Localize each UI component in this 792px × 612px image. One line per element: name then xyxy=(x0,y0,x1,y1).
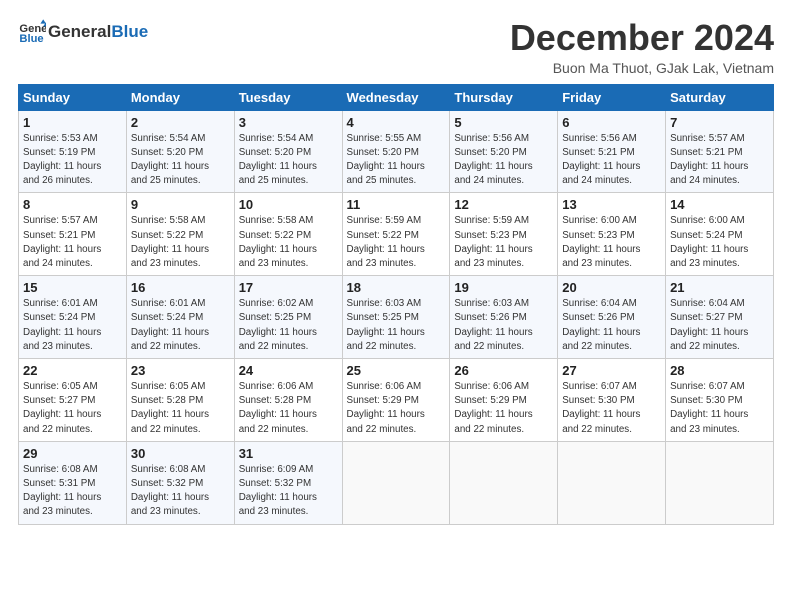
calendar-week-0: 1Sunrise: 5:53 AMSunset: 5:19 PMDaylight… xyxy=(19,110,774,193)
title-block: December 2024 Buon Ma Thuot, GJak Lak, V… xyxy=(510,18,774,76)
table-row: 9Sunrise: 5:58 AMSunset: 5:22 PMDaylight… xyxy=(126,193,234,276)
calendar-week-4: 29Sunrise: 6:08 AMSunset: 5:31 PMDayligh… xyxy=(19,441,774,524)
svg-text:Blue: Blue xyxy=(19,33,43,45)
calendar-week-2: 15Sunrise: 6:01 AMSunset: 5:24 PMDayligh… xyxy=(19,276,774,359)
table-row: 22Sunrise: 6:05 AMSunset: 5:27 PMDayligh… xyxy=(19,359,127,442)
col-friday: Friday xyxy=(558,84,666,110)
table-row: 11Sunrise: 5:59 AMSunset: 5:22 PMDayligh… xyxy=(342,193,450,276)
col-tuesday: Tuesday xyxy=(234,84,342,110)
table-row: 1Sunrise: 5:53 AMSunset: 5:19 PMDaylight… xyxy=(19,110,127,193)
table-row: 19Sunrise: 6:03 AMSunset: 5:26 PMDayligh… xyxy=(450,276,558,359)
logo-text-general: GeneralBlue xyxy=(48,23,148,42)
calendar-table: Sunday Monday Tuesday Wednesday Thursday… xyxy=(18,84,774,525)
col-sunday: Sunday xyxy=(19,84,127,110)
calendar-week-1: 8Sunrise: 5:57 AMSunset: 5:21 PMDaylight… xyxy=(19,193,774,276)
table-row: 31Sunrise: 6:09 AMSunset: 5:32 PMDayligh… xyxy=(234,441,342,524)
table-row: 7Sunrise: 5:57 AMSunset: 5:21 PMDaylight… xyxy=(666,110,774,193)
table-row: 27Sunrise: 6:07 AMSunset: 5:30 PMDayligh… xyxy=(558,359,666,442)
table-row xyxy=(666,441,774,524)
table-row: 5Sunrise: 5:56 AMSunset: 5:20 PMDaylight… xyxy=(450,110,558,193)
table-row xyxy=(558,441,666,524)
table-row xyxy=(450,441,558,524)
table-row: 16Sunrise: 6:01 AMSunset: 5:24 PMDayligh… xyxy=(126,276,234,359)
calendar-week-3: 22Sunrise: 6:05 AMSunset: 5:27 PMDayligh… xyxy=(19,359,774,442)
table-row: 4Sunrise: 5:55 AMSunset: 5:20 PMDaylight… xyxy=(342,110,450,193)
table-row: 13Sunrise: 6:00 AMSunset: 5:23 PMDayligh… xyxy=(558,193,666,276)
table-row: 30Sunrise: 6:08 AMSunset: 5:32 PMDayligh… xyxy=(126,441,234,524)
table-row: 25Sunrise: 6:06 AMSunset: 5:29 PMDayligh… xyxy=(342,359,450,442)
table-row: 3Sunrise: 5:54 AMSunset: 5:20 PMDaylight… xyxy=(234,110,342,193)
table-row: 20Sunrise: 6:04 AMSunset: 5:26 PMDayligh… xyxy=(558,276,666,359)
table-row: 28Sunrise: 6:07 AMSunset: 5:30 PMDayligh… xyxy=(666,359,774,442)
table-row xyxy=(342,441,450,524)
logo-icon: General Blue xyxy=(18,18,46,46)
header: General Blue GeneralBlue December 2024 B… xyxy=(18,18,774,76)
table-row: 15Sunrise: 6:01 AMSunset: 5:24 PMDayligh… xyxy=(19,276,127,359)
table-row: 17Sunrise: 6:02 AMSunset: 5:25 PMDayligh… xyxy=(234,276,342,359)
table-row: 24Sunrise: 6:06 AMSunset: 5:28 PMDayligh… xyxy=(234,359,342,442)
table-row: 2Sunrise: 5:54 AMSunset: 5:20 PMDaylight… xyxy=(126,110,234,193)
col-thursday: Thursday xyxy=(450,84,558,110)
col-saturday: Saturday xyxy=(666,84,774,110)
table-row: 6Sunrise: 5:56 AMSunset: 5:21 PMDaylight… xyxy=(558,110,666,193)
table-row: 8Sunrise: 5:57 AMSunset: 5:21 PMDaylight… xyxy=(19,193,127,276)
table-row: 10Sunrise: 5:58 AMSunset: 5:22 PMDayligh… xyxy=(234,193,342,276)
location: Buon Ma Thuot, GJak Lak, Vietnam xyxy=(510,60,774,76)
month-title: December 2024 xyxy=(510,18,774,58)
page: General Blue GeneralBlue December 2024 B… xyxy=(0,0,792,612)
table-row: 14Sunrise: 6:00 AMSunset: 5:24 PMDayligh… xyxy=(666,193,774,276)
col-wednesday: Wednesday xyxy=(342,84,450,110)
logo: General Blue GeneralBlue xyxy=(18,18,148,46)
col-monday: Monday xyxy=(126,84,234,110)
calendar-header-row: Sunday Monday Tuesday Wednesday Thursday… xyxy=(19,84,774,110)
table-row: 23Sunrise: 6:05 AMSunset: 5:28 PMDayligh… xyxy=(126,359,234,442)
table-row: 21Sunrise: 6:04 AMSunset: 5:27 PMDayligh… xyxy=(666,276,774,359)
table-row: 18Sunrise: 6:03 AMSunset: 5:25 PMDayligh… xyxy=(342,276,450,359)
table-row: 12Sunrise: 5:59 AMSunset: 5:23 PMDayligh… xyxy=(450,193,558,276)
table-row: 29Sunrise: 6:08 AMSunset: 5:31 PMDayligh… xyxy=(19,441,127,524)
table-row: 26Sunrise: 6:06 AMSunset: 5:29 PMDayligh… xyxy=(450,359,558,442)
